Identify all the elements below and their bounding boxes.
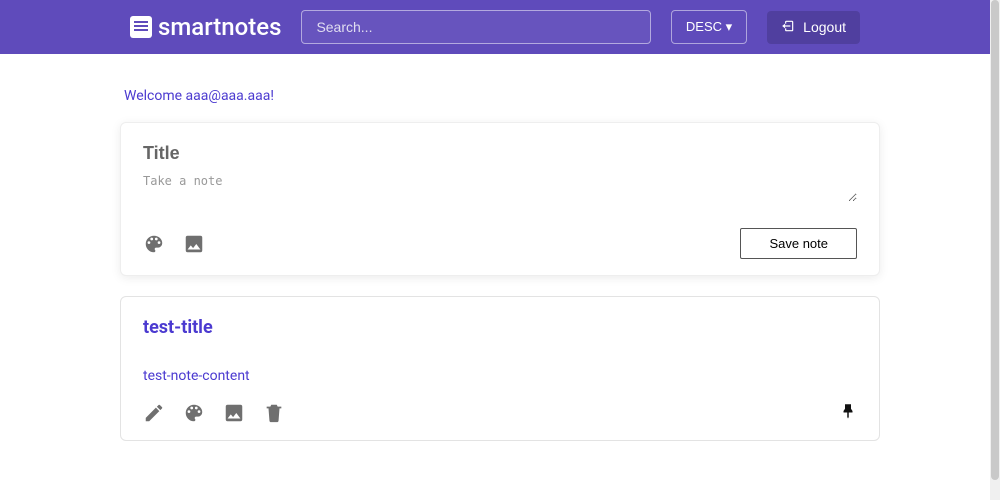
pin-icon[interactable]	[839, 402, 857, 424]
logout-icon	[781, 19, 795, 36]
image-icon[interactable]	[183, 233, 205, 255]
logout-label: Logout	[803, 19, 846, 35]
search-input[interactable]	[301, 10, 650, 44]
header: smartnotes DESC ▾ Logout	[0, 0, 1000, 54]
image-icon[interactable]	[223, 402, 245, 424]
logout-button[interactable]: Logout	[767, 11, 860, 44]
create-note-card: Save note	[120, 122, 880, 276]
trash-icon[interactable]	[263, 402, 285, 424]
create-actions: Save note	[143, 228, 857, 259]
welcome-text: Welcome aaa@aaa.aaa!	[124, 88, 880, 104]
note-card: test-title test-note-content	[120, 296, 880, 441]
palette-icon[interactable]	[143, 233, 165, 255]
sort-button[interactable]: DESC ▾	[671, 10, 747, 44]
notes-icon	[130, 16, 152, 38]
note-title: test-title	[143, 317, 857, 338]
save-note-button[interactable]: Save note	[740, 228, 857, 259]
note-title-input[interactable]	[143, 143, 857, 164]
note-content: test-note-content	[143, 368, 857, 384]
app-logo: smartnotes	[130, 13, 281, 41]
note-footer	[143, 402, 857, 424]
note-body-input[interactable]	[143, 174, 857, 202]
brand-name: smartnotes	[158, 13, 281, 41]
scrollbar[interactable]	[990, 0, 1000, 500]
edit-icon[interactable]	[143, 402, 165, 424]
scrollbar-thumb[interactable]	[991, 0, 999, 480]
palette-icon[interactable]	[183, 402, 205, 424]
main-content: Welcome aaa@aaa.aaa! Save note test-titl…	[120, 54, 880, 441]
